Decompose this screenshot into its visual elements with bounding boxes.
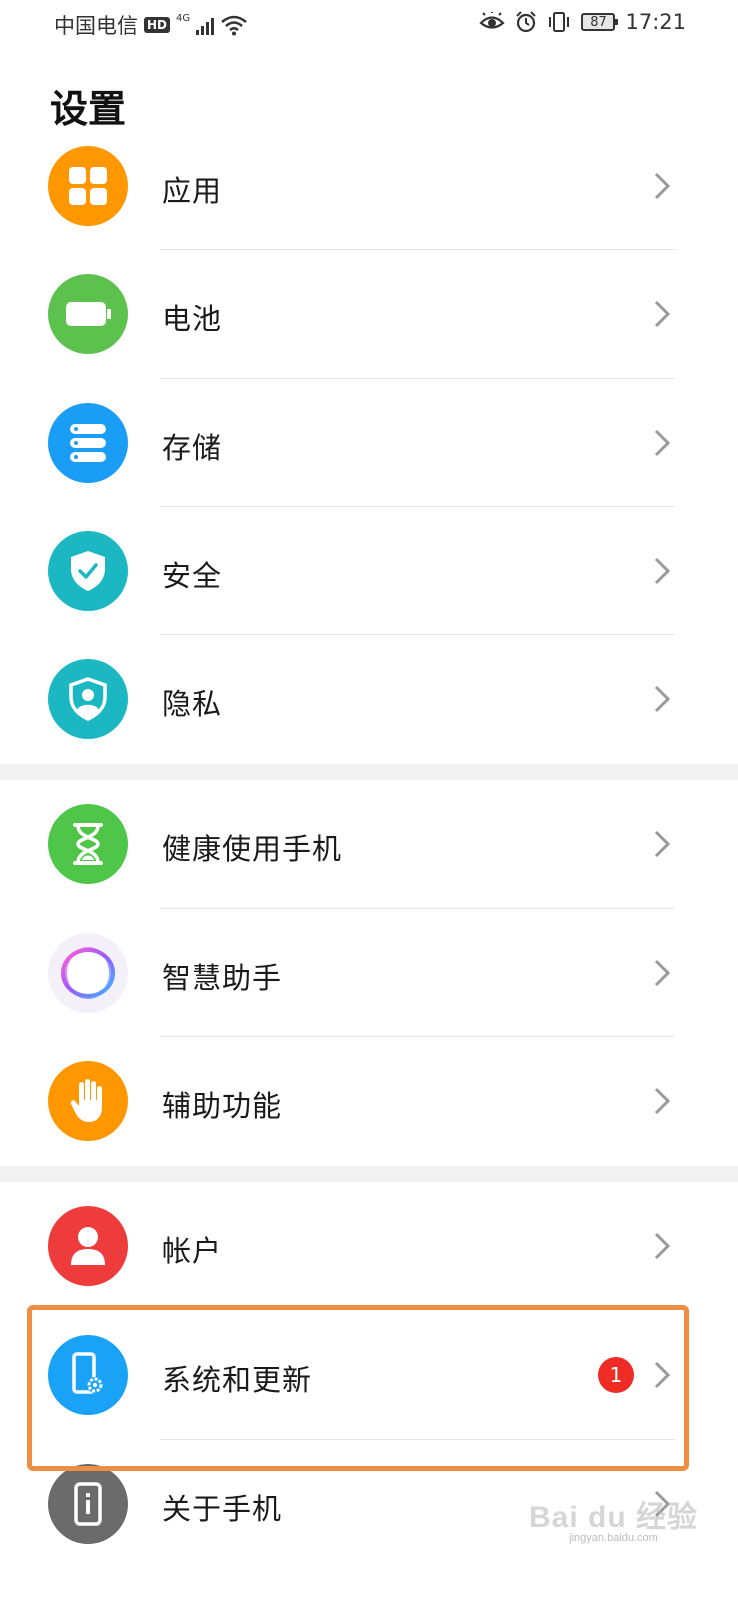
apps-icon: [48, 146, 128, 226]
item-label: 应用: [162, 174, 223, 208]
item-label: 关于手机: [162, 1492, 283, 1526]
settings-item-battery[interactable]: 电池: [0, 250, 738, 378]
watermark-brand: Bai du 经验: [528, 1501, 698, 1534]
settings-item-digital-balance[interactable]: 健康使用手机: [0, 780, 738, 908]
eye-comfort-icon: [479, 12, 506, 29]
battery-indicator: 87: [581, 13, 619, 31]
settings-item-storage[interactable]: 存储: [0, 379, 738, 507]
chevron-right-icon: [654, 1087, 671, 1115]
item-label: 帐户: [162, 1234, 223, 1268]
privacy-shield-icon: [48, 659, 128, 739]
chevron-right-icon: [654, 959, 671, 987]
section-gap: [0, 764, 738, 780]
baidu-watermark: Bai du 经验 jingyan.baidu.com: [529, 1492, 698, 1544]
section-gap: [0, 1166, 738, 1182]
chevron-right-icon: [654, 685, 671, 713]
status-left: 中国电信 HD 4G: [54, 10, 248, 40]
vibrate-icon: [549, 12, 570, 32]
item-label: 辅助功能: [162, 1089, 283, 1123]
item-label: 安全: [162, 559, 223, 593]
settings-item-accessibility[interactable]: 辅助功能: [0, 1037, 738, 1165]
item-label: 智慧助手: [162, 961, 283, 995]
chevron-right-icon: [654, 300, 671, 328]
chevron-right-icon: [654, 557, 671, 585]
item-label: 健康使用手机: [162, 832, 343, 866]
chevron-right-icon: [654, 429, 671, 457]
status-right: 87 17:21: [479, 10, 686, 34]
highlight-box: [27, 1305, 689, 1471]
item-label: 隐私: [162, 687, 223, 721]
user-icon: [48, 1206, 128, 1286]
assistant-ring-icon: [48, 933, 128, 1013]
network-type: 4G: [176, 12, 191, 24]
item-label: 存储: [162, 431, 223, 465]
security-shield-icon: [48, 531, 128, 611]
battery-icon: [48, 274, 128, 354]
carrier-name: 中国电信: [54, 14, 138, 38]
settings-item-privacy[interactable]: 隐私: [0, 635, 738, 763]
storage-icon: [48, 403, 128, 483]
hourglass-icon: [48, 804, 128, 884]
settings-item-accounts[interactable]: 帐户: [0, 1182, 738, 1310]
chevron-right-icon: [654, 172, 671, 200]
status-bar: 中国电信 HD 4G 87 17:21: [0, 0, 738, 52]
settings-item-security[interactable]: 安全: [0, 507, 738, 635]
signal-icon: [196, 15, 215, 35]
wifi-icon: [221, 15, 247, 36]
settings-item-smart-assistant[interactable]: 智慧助手: [0, 909, 738, 1037]
hd-badge: HD: [144, 17, 171, 33]
hand-icon: [48, 1061, 128, 1141]
clock: 17:21: [625, 10, 686, 34]
item-label: 电池: [162, 302, 223, 336]
chevron-right-icon: [654, 1232, 671, 1260]
settings-item-apps[interactable]: 应用: [0, 122, 738, 250]
phone-info-icon: [48, 1464, 128, 1544]
alarm-icon: [516, 11, 537, 33]
chevron-right-icon: [654, 830, 671, 858]
